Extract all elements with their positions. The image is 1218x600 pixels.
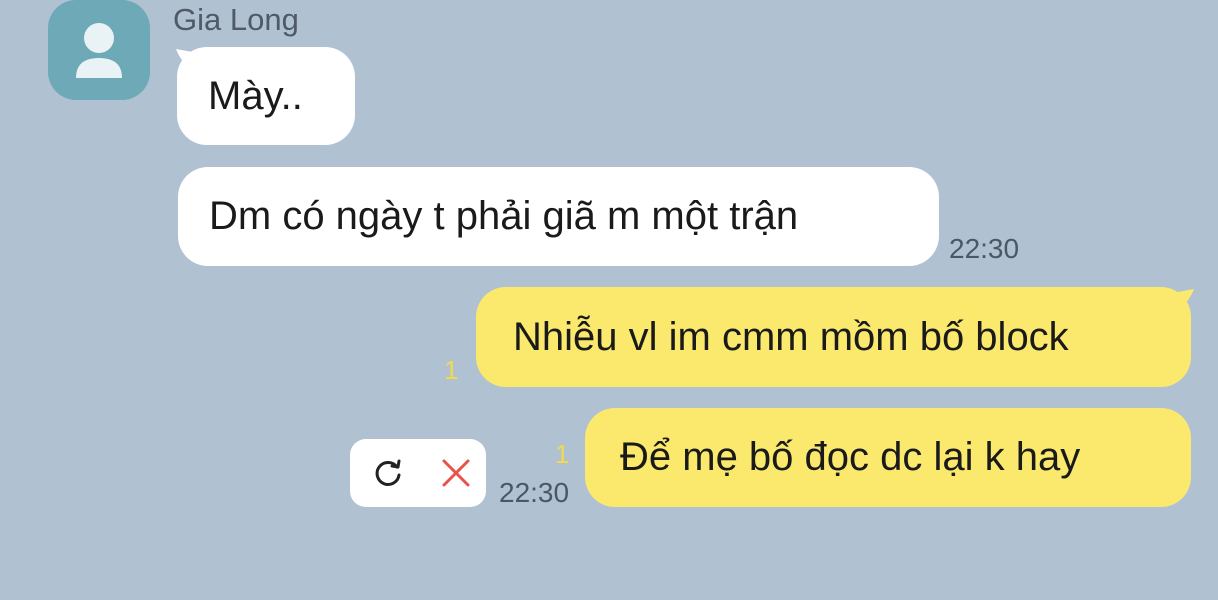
message-timestamp: 22:30	[949, 233, 1020, 264]
sender-name: Gia Long	[173, 2, 299, 37]
user-icon	[76, 23, 122, 78]
message-bubble-incoming[interactable]: Mày..	[177, 47, 355, 145]
message-text: Dm có ngày t phải giã m một trận	[209, 194, 799, 238]
message-bubble-outgoing[interactable]: Để mẹ bố đọc dc lại k hay	[585, 408, 1191, 507]
read-count: 1	[555, 439, 570, 469]
read-count: 1	[444, 355, 459, 385]
message-text: Mày..	[208, 73, 303, 118]
message-text: Nhiễu vl im cmm mồm bố block	[513, 314, 1069, 359]
avatar[interactable]	[48, 0, 150, 100]
message-text: Để mẹ bố đọc dc lại k hay	[620, 435, 1081, 479]
message-timestamp: 22:30	[499, 477, 570, 508]
close-icon[interactable]	[438, 455, 474, 491]
message-bubble-incoming[interactable]: Dm có ngày t phải giã m một trận	[178, 167, 939, 266]
message-bubble-outgoing[interactable]: Nhiễu vl im cmm mồm bố block	[476, 287, 1191, 387]
refresh-icon[interactable]	[370, 455, 406, 491]
